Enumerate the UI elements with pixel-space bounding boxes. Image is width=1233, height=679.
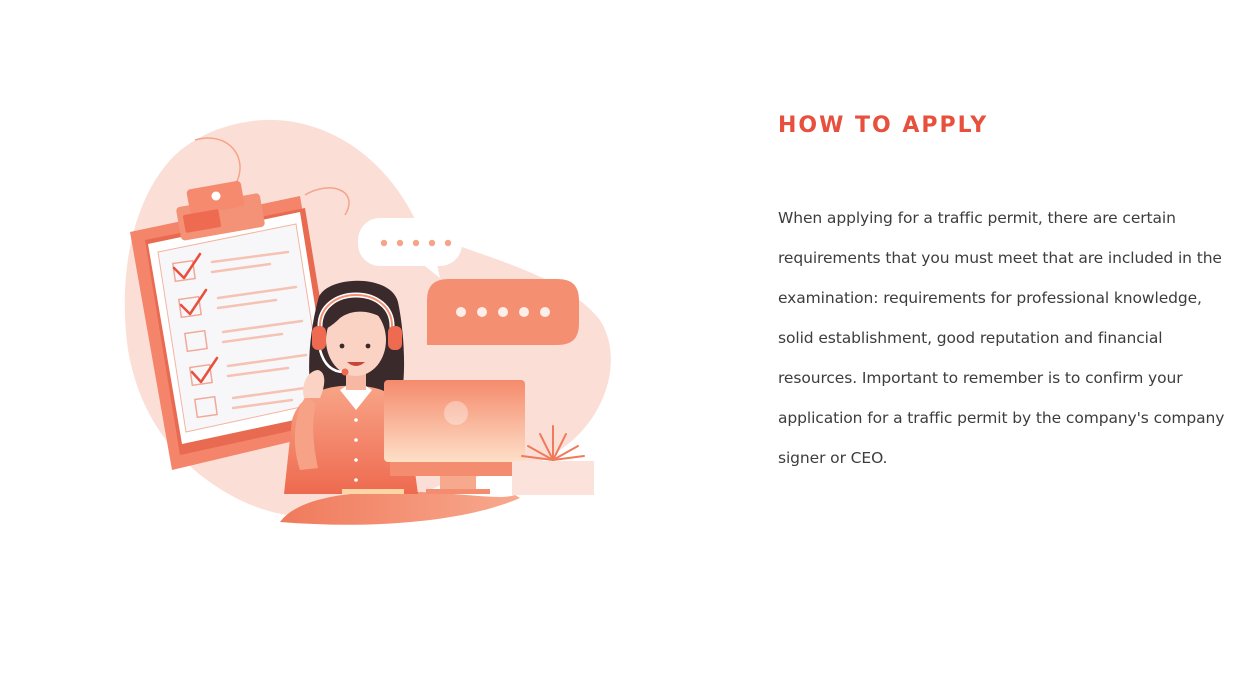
section-title: HOW TO APPLY <box>778 113 989 138</box>
support-agent-illustration <box>124 119 611 525</box>
how-to-apply-section: HOW TO APPLY When applying for a traffic… <box>778 112 1233 478</box>
section-paragraph: When applying for a traffic permit, ther… <box>778 209 1225 467</box>
